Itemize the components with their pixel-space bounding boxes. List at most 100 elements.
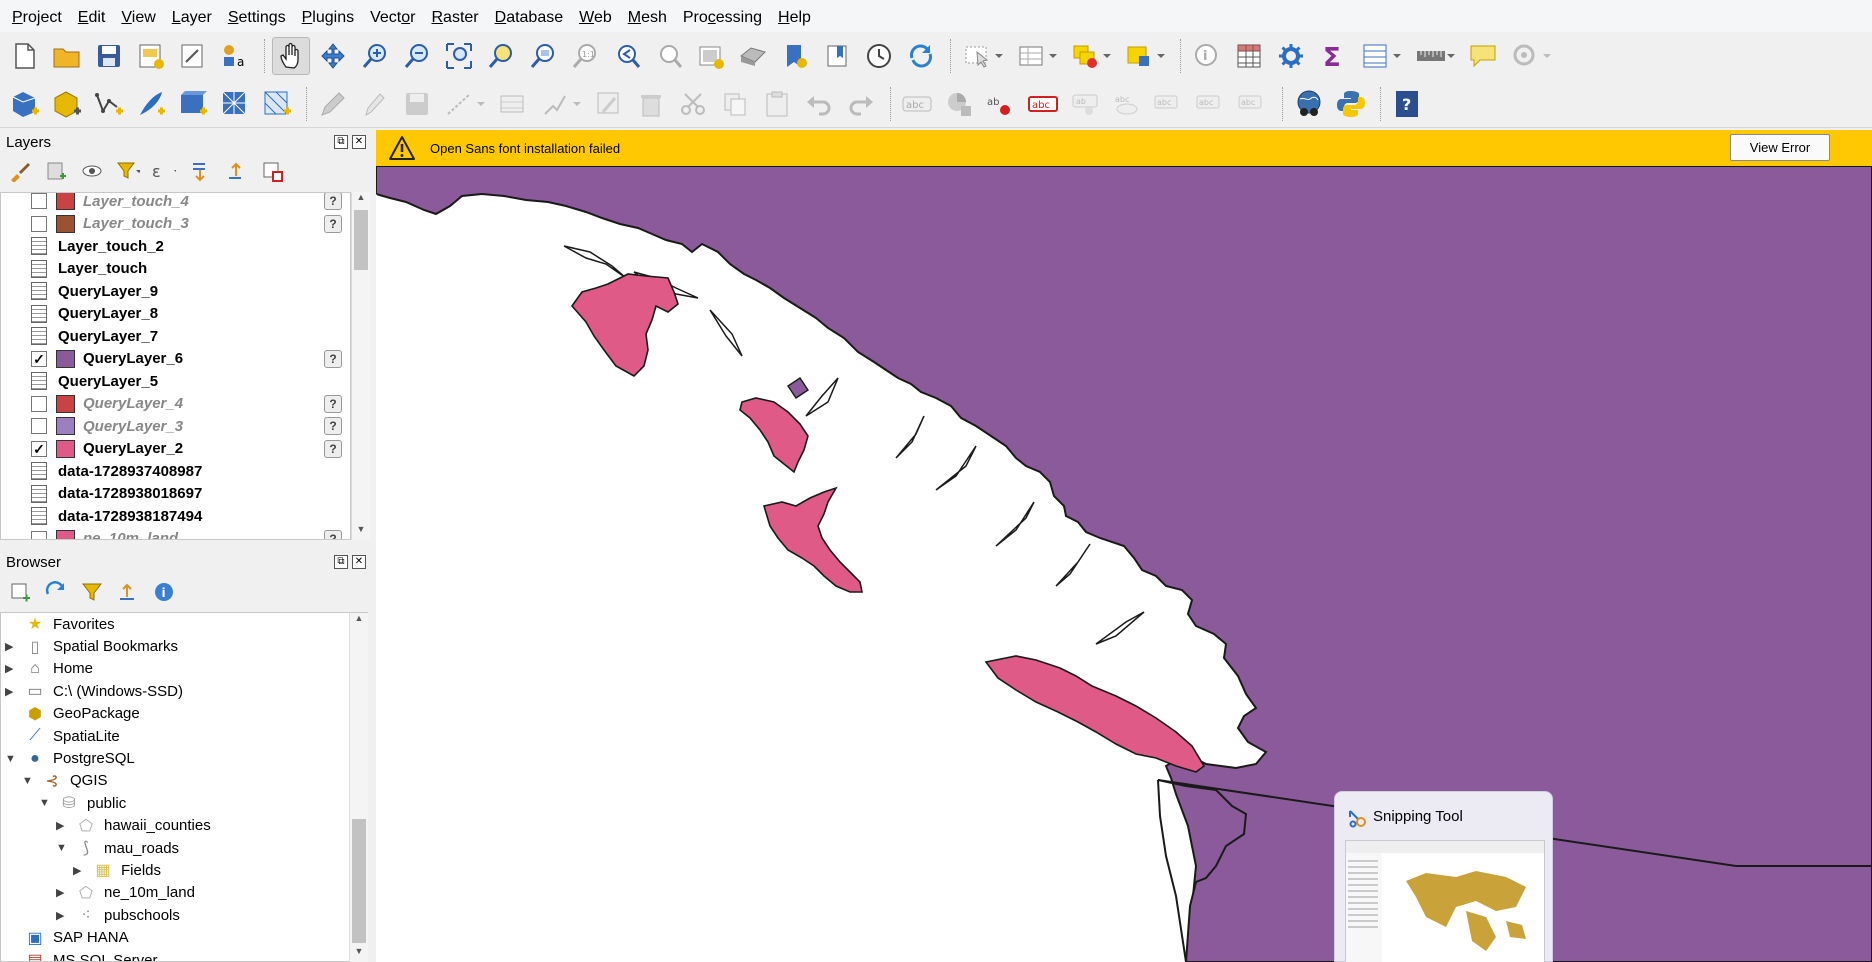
zoom-next-button[interactable] xyxy=(650,37,688,75)
refresh-button[interactable] xyxy=(902,37,940,75)
layers-tree[interactable]: ? Layer_touch_4? Layer_touch_3 Layer_touch_… xyxy=(0,192,351,540)
collapse-arrow-icon[interactable]: ▼ xyxy=(5,753,16,765)
info-icon[interactable]: i xyxy=(152,580,176,604)
menu-database[interactable]: Database xyxy=(487,0,572,36)
expand-arrow-icon[interactable]: ▶ xyxy=(56,909,64,922)
zoom-native-button[interactable]: 1:1 xyxy=(566,37,604,75)
menu-settings[interactable]: Settings xyxy=(220,0,294,36)
layer-visibility-checkbox[interactable]: ✓ xyxy=(31,440,47,457)
scroll-thumb[interactable] xyxy=(354,210,368,270)
python-console-button[interactable] xyxy=(1332,85,1370,123)
scroll-up-icon[interactable]: ▲ xyxy=(352,192,370,208)
change-label-button[interactable]: abc xyxy=(1192,85,1230,123)
browser-item[interactable]: ▣ SAP HANA xyxy=(1,926,367,948)
attribute-table-open-button[interactable] xyxy=(1230,37,1268,75)
menu-mesh[interactable]: Mesh xyxy=(620,0,675,36)
select-by-location-button[interactable] xyxy=(1120,37,1170,75)
edit-table-button[interactable] xyxy=(590,85,628,123)
filter-legend-icon[interactable] xyxy=(116,159,140,183)
add-selected-layer-icon[interactable] xyxy=(8,580,32,604)
paste-features-button[interactable] xyxy=(758,85,796,123)
menu-plugins[interactable]: Plugins xyxy=(294,0,362,36)
help-contents-button[interactable]: ? xyxy=(1388,85,1426,123)
layer-unknown-crs-icon[interactable]: ? xyxy=(324,349,342,368)
cut-features-button[interactable] xyxy=(674,85,712,123)
attribute-table-button[interactable] xyxy=(1012,37,1062,75)
browser-item[interactable]: ▼ ● PostgreSQL xyxy=(1,747,367,769)
new-virtual-layer-button[interactable] xyxy=(216,85,254,123)
menu-web[interactable]: Web xyxy=(571,0,620,36)
pin-labels-button[interactable]: ab xyxy=(982,85,1020,123)
highlight-labels-button[interactable]: abc xyxy=(1024,85,1062,123)
statistics-button[interactable]: Σ xyxy=(1314,37,1352,75)
menu-vector[interactable]: Vector xyxy=(362,0,423,36)
undo-button[interactable] xyxy=(800,85,838,123)
new-temporary-layer-button[interactable] xyxy=(174,85,212,123)
new-project-button[interactable] xyxy=(6,37,44,75)
show-bookmarks-button[interactable] xyxy=(818,37,856,75)
layer-symbol-swatch[interactable] xyxy=(56,349,75,368)
layer-item[interactable]: data-1728938187494 xyxy=(1,505,350,528)
layer-item[interactable]: ? QueryLayer_4 xyxy=(1,393,350,416)
gps-button[interactable] xyxy=(1506,37,1556,75)
expand-arrow-icon[interactable]: ▶ xyxy=(73,864,81,877)
scroll-thumb[interactable] xyxy=(352,819,366,943)
snipping-tool-preview[interactable]: Snipping Tool xyxy=(1334,791,1553,962)
view-error-button[interactable]: View Error xyxy=(1730,134,1830,161)
layer-item[interactable]: data-1728938018697 xyxy=(1,483,350,506)
layer-unknown-crs-icon[interactable]: ? xyxy=(324,529,342,539)
add-group-icon[interactable] xyxy=(44,159,68,183)
filter-icon[interactable] xyxy=(80,580,104,604)
new-geopackage-layer-button[interactable] xyxy=(48,85,86,123)
layer-visibility-checkbox[interactable] xyxy=(31,530,47,539)
rotate-label-button[interactable]: abc xyxy=(1150,85,1188,123)
pan-to-selection-button[interactable] xyxy=(314,37,352,75)
zoom-last-button[interactable] xyxy=(608,37,646,75)
browser-item[interactable]: ▼ ⊰ QGIS xyxy=(1,770,367,792)
scroll-down-icon[interactable]: ▼ xyxy=(352,524,370,540)
new-mesh-layer-button[interactable] xyxy=(258,85,296,123)
browser-item[interactable]: ▼ ⛁ public xyxy=(1,792,367,814)
modify-attributes-button[interactable] xyxy=(536,85,586,123)
close-panel-icon[interactable]: ✕ xyxy=(352,135,366,149)
move-label-button[interactable]: ab xyxy=(1066,85,1104,123)
new-shapefile-layer-button[interactable] xyxy=(90,85,128,123)
browser-item[interactable]: ★ Favorites xyxy=(1,613,367,635)
diagram-options-button[interactable] xyxy=(940,85,978,123)
layer-unknown-crs-icon[interactable]: ? xyxy=(324,214,342,233)
browser-item[interactable]: ▶ ▯ Spatial Bookmarks xyxy=(1,635,367,657)
browser-item[interactable]: ▶ ⌂ Home xyxy=(1,658,367,680)
open-field-calculator-button[interactable] xyxy=(1356,37,1406,75)
browser-item[interactable]: ⟋ SpatiaLite xyxy=(1,725,367,747)
layer-unknown-crs-icon[interactable]: ? xyxy=(324,394,342,413)
new-bookmark-button[interactable] xyxy=(776,37,814,75)
close-panel-icon[interactable]: ✕ xyxy=(352,555,366,569)
browser-item[interactable]: ▼ ⟆ mau_roads xyxy=(1,837,367,859)
expand-arrow-icon[interactable]: ▶ xyxy=(56,819,64,832)
layer-item[interactable]: QueryLayer_7 xyxy=(1,325,350,348)
map-tips-button[interactable] xyxy=(1464,37,1502,75)
collapse-all-icon[interactable] xyxy=(116,580,140,604)
browser-tree[interactable]: ★ Favorites ▶ ▯ Spatial Bookmarks ▶ ⌂ Home ▶ ▭ C:\… xyxy=(0,612,368,962)
menu-project[interactable]: Project xyxy=(4,0,70,36)
layer-unknown-crs-icon[interactable]: ? xyxy=(324,417,342,436)
layer-item[interactable]: ✓? QueryLayer_2 xyxy=(1,438,350,461)
zoom-in-button[interactable] xyxy=(356,37,394,75)
identify-features-button[interactable]: i xyxy=(1188,37,1226,75)
layer-visibility-checkbox[interactable] xyxy=(31,193,47,210)
style-brush-icon[interactable] xyxy=(8,159,32,183)
filter-expression-icon[interactable]: ε xyxy=(152,159,176,183)
scroll-up-icon[interactable]: ▲ xyxy=(350,613,368,629)
menu-raster[interactable]: Raster xyxy=(423,0,486,36)
current-edits-button[interactable] xyxy=(356,85,394,123)
deselect-button[interactable] xyxy=(1066,37,1116,75)
layout-manager-button[interactable] xyxy=(174,37,212,75)
zoom-full-button[interactable] xyxy=(440,37,478,75)
browser-item[interactable]: ▤ MS SQL Server xyxy=(1,949,367,961)
vertex-tool-button[interactable] xyxy=(494,85,532,123)
layer-symbol-swatch[interactable] xyxy=(56,529,75,539)
layer-symbol-swatch[interactable] xyxy=(56,439,75,458)
temporal-controller-button[interactable] xyxy=(860,37,898,75)
data-source-manager-button[interactable] xyxy=(6,85,44,123)
new-spatialite-layer-button[interactable] xyxy=(132,85,170,123)
